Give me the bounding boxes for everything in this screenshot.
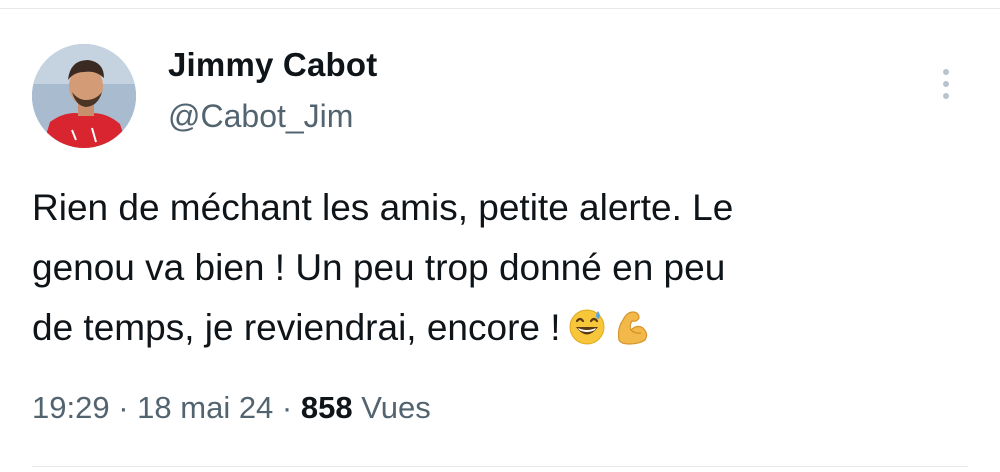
tweet-line-text: de temps, je reviendrai, encore ! — [32, 307, 561, 348]
meta-separator: · — [281, 390, 293, 425]
meta-separator: · — [118, 390, 129, 425]
flexed-biceps-emoji — [613, 304, 651, 364]
tweet-time[interactable]: 19:29 — [32, 390, 110, 425]
grinning-sweat-emoji — [567, 304, 607, 364]
tweet-meta: 19:29 · 18 mai 24 · 858 Vues — [32, 390, 431, 426]
avatar[interactable] — [32, 44, 136, 148]
tweet-text: Rien de méchant les amis, petite alerte.… — [32, 178, 972, 364]
author-handle[interactable]: @Cabot_Jim — [168, 98, 353, 135]
tweet-line: genou va bien ! Un peu trop donné en peu — [32, 247, 726, 288]
more-vertical-icon[interactable] — [934, 64, 958, 104]
author-name[interactable]: Jimmy Cabot — [168, 46, 377, 84]
tweet-line: Rien de méchant les amis, petite alerte.… — [32, 187, 734, 228]
tweet-line-last: de temps, je reviendrai, encore ! — [32, 298, 972, 364]
views-count: 858 — [300, 390, 353, 425]
tweet-date[interactable]: 18 mai 24 — [137, 390, 273, 425]
top-divider — [0, 8, 1000, 9]
bottom-divider — [32, 466, 968, 467]
views-label: Vues — [361, 390, 431, 425]
avatar-image — [32, 44, 136, 148]
